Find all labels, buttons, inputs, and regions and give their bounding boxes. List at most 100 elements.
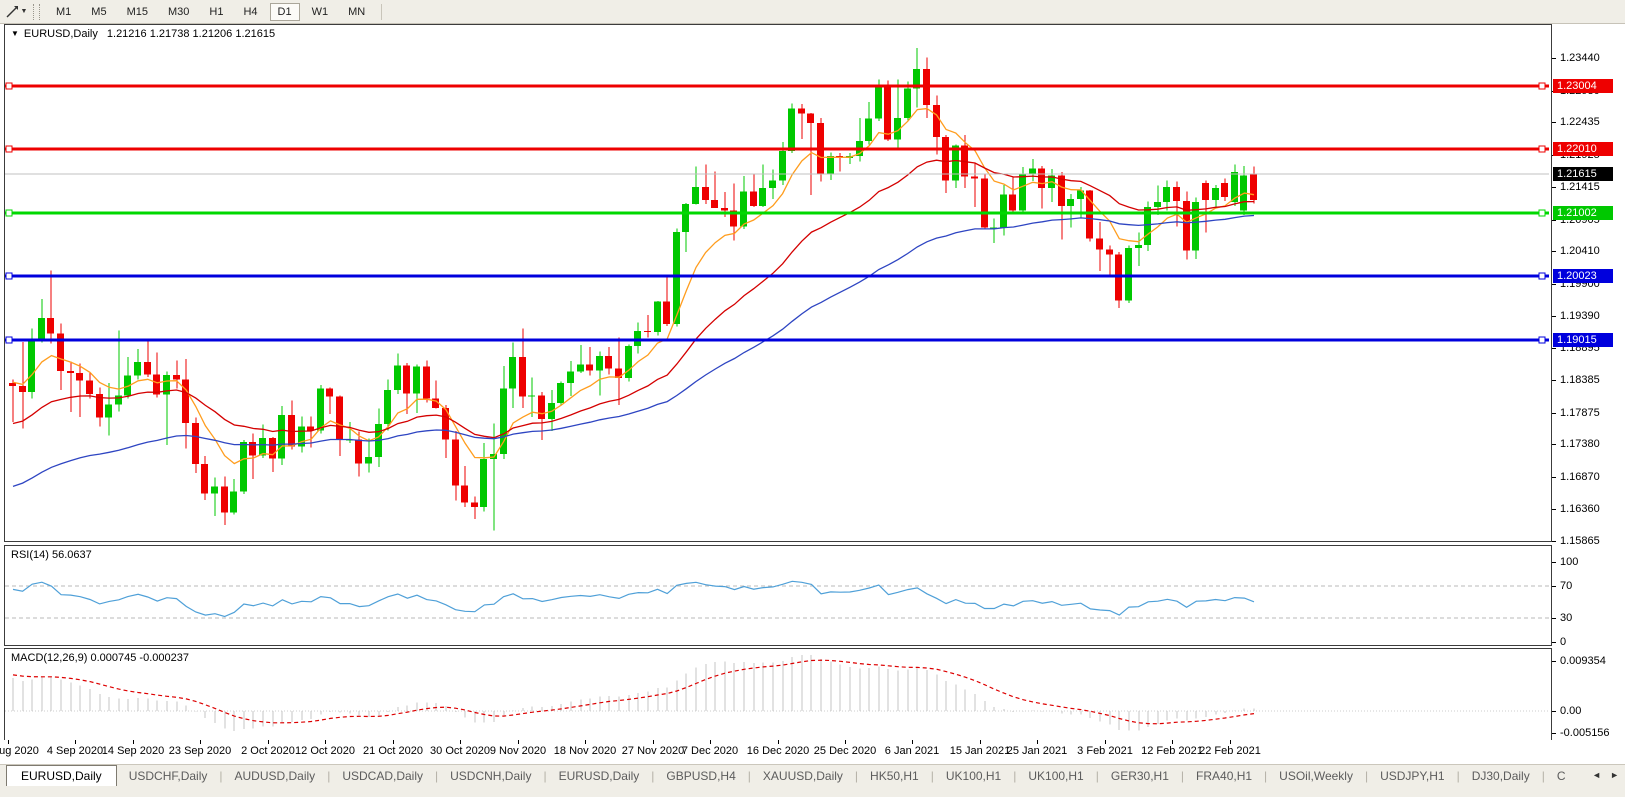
candle-body [9, 383, 16, 386]
date-tick-label: 3 Feb 2021 [1077, 745, 1133, 757]
chart-tab-eurusd-daily[interactable]: EURUSD,Daily [547, 766, 652, 786]
candle-body [403, 365, 410, 393]
candle-body [240, 442, 247, 492]
macd-pane[interactable]: MACD(12,26,9) 0.000745 -0.000237 [4, 648, 1552, 741]
macd-tick-label: -0.005156 [1560, 727, 1610, 739]
date-tick [912, 740, 913, 744]
timeframe-button-m15[interactable]: M15 [119, 3, 156, 21]
price-tick-label: 1.20410 [1560, 245, 1600, 257]
candle-body [105, 404, 112, 417]
chart-tab-xauusd-daily[interactable]: XAUUSD,Daily [751, 766, 855, 786]
chart-tab-uk100-h1[interactable]: UK100,H1 [1016, 766, 1095, 786]
date-tick-label: 30 Oct 2020 [430, 745, 490, 757]
axis-tick [1552, 58, 1556, 59]
tab-scroll-right-icon[interactable]: ► [1610, 770, 1619, 780]
candle-body [269, 438, 276, 458]
timeframe-button-m5[interactable]: M5 [83, 3, 114, 21]
chart-tab-ger30-h1[interactable]: GER30,H1 [1099, 766, 1181, 786]
chart-tab-usdcnh-daily[interactable]: USDCNH,Daily [438, 766, 543, 786]
candle-body [1154, 202, 1161, 207]
candle-body [1019, 173, 1026, 210]
candle-body [644, 331, 651, 332]
price-tick-label: 1.23440 [1560, 52, 1600, 64]
chart-tab-usoil-weekly[interactable]: USOil,Weekly [1267, 766, 1365, 786]
candle-body [1038, 168, 1045, 188]
date-tick-label: 9 Nov 2020 [490, 745, 546, 757]
chart-tab-usdcad-daily[interactable]: USDCAD,Daily [330, 766, 435, 786]
dropdown-caret-icon: ▼ [21, 8, 28, 15]
date-tick-label: 12 Feb 2021 [1141, 745, 1203, 757]
date-axis[interactable]: 26 Aug 20204 Sep 202014 Sep 202023 Sep 2… [0, 740, 1625, 764]
candle-body [577, 365, 584, 372]
candle-body [807, 113, 814, 123]
line-handle [6, 83, 12, 89]
timeframe-button-m30[interactable]: M30 [160, 3, 197, 21]
trendline-tool-icon[interactable]: ▼ [3, 3, 29, 21]
macd-tick-label: 0.00 [1560, 705, 1581, 717]
candle-body [326, 388, 333, 396]
price-level-badge: 1.22010 [1553, 142, 1613, 156]
moving-average-line-55 [13, 216, 1254, 487]
chart-tab-usdjpy-h1[interactable]: USDJPY,H1 [1368, 766, 1456, 786]
date-tick [200, 740, 201, 744]
chart-tab-china300-h1[interactable]: CHINA300,H1 [1545, 766, 1566, 786]
timeframe-button-m1[interactable]: M1 [48, 3, 79, 21]
toolbar-grip[interactable] [33, 4, 40, 20]
chart-tab-gbpusd-h4[interactable]: GBPUSD,H4 [654, 766, 747, 786]
candle-body [365, 457, 372, 463]
chart-tab-eurusd-daily[interactable]: EURUSD,Daily [6, 765, 117, 786]
price-chart-canvas [5, 25, 1549, 539]
date-tick [980, 740, 981, 744]
price-pane[interactable]: ▼EURUSD,Daily1.21216 1.21738 1.21206 1.2… [4, 24, 1552, 542]
chart-tab-usdchf-daily[interactable]: USDCHF,Daily [117, 766, 220, 786]
date-tick-label: 21 Oct 2020 [363, 745, 423, 757]
timeframe-button-h1[interactable]: H1 [201, 3, 231, 21]
tab-scroll-left-icon[interactable]: ◄ [1592, 770, 1601, 780]
line-handle [1539, 273, 1545, 279]
axis-tick [1552, 444, 1556, 445]
candle-body [19, 386, 26, 392]
candle-body [875, 87, 882, 119]
timeframe-button-h4[interactable]: H4 [235, 3, 265, 21]
candle-body [86, 381, 93, 394]
chart-tab-dj30-daily[interactable]: DJ30,Daily [1460, 766, 1542, 786]
date-tick-label: 22 Feb 2021 [1199, 745, 1261, 757]
chart-tab-bar: EURUSD,DailyUSDCHF,Daily|AUDUSD,Daily|US… [0, 764, 1625, 797]
timeframe-button-w1[interactable]: W1 [304, 3, 337, 21]
candle-body [38, 318, 45, 339]
line-handle [1539, 83, 1545, 89]
rsi-pane[interactable]: RSI(14) 56.0637 [4, 545, 1552, 646]
chart-tab-fra40-h1[interactable]: FRA40,H1 [1184, 766, 1264, 786]
macd-canvas [5, 649, 1549, 738]
candle-body [1125, 248, 1132, 300]
chart-tab-uk100-h1[interactable]: UK100,H1 [934, 766, 1013, 786]
candle-body [663, 302, 670, 324]
date-tick-label: 6 Jan 2021 [885, 745, 939, 757]
chart-tab-audusd-daily[interactable]: AUDUSD,Daily [223, 766, 328, 786]
date-tick-label: 26 Aug 2020 [0, 745, 39, 757]
rsi-tick-label: 30 [1560, 612, 1572, 624]
top-toolbar: ▼ M1M5 M15M30H1H4 D1W1MN [0, 0, 1625, 24]
timeframe-button-d1[interactable]: D1 [270, 3, 300, 21]
date-tick [778, 740, 779, 744]
date-tick [653, 740, 654, 744]
axis-tick [1552, 477, 1556, 478]
candle-body [904, 89, 911, 118]
axis-tick [1552, 618, 1556, 619]
chart-tabs: EURUSD,DailyUSDCHF,Daily|AUDUSD,Daily|US… [6, 765, 1566, 786]
axis-tick [1552, 586, 1556, 587]
date-tick-label: 12 Oct 2020 [295, 745, 355, 757]
line-handle [1539, 210, 1545, 216]
axis-tick [1552, 251, 1556, 252]
date-tick [460, 740, 461, 744]
price-axis[interactable]: 1.234401.229301.224351.219251.214151.209… [1552, 24, 1625, 740]
candle-body [605, 356, 612, 369]
price-tick-label: 1.22435 [1560, 116, 1600, 128]
candle-body [971, 177, 978, 179]
price-level-badge: 1.21002 [1553, 206, 1613, 220]
chart-tab-hk50-h1[interactable]: HK50,H1 [858, 766, 931, 786]
timeframe-button-mn[interactable]: MN [340, 3, 373, 21]
candle-body [28, 339, 35, 392]
candle-body [538, 395, 545, 419]
candle-body [67, 371, 74, 373]
